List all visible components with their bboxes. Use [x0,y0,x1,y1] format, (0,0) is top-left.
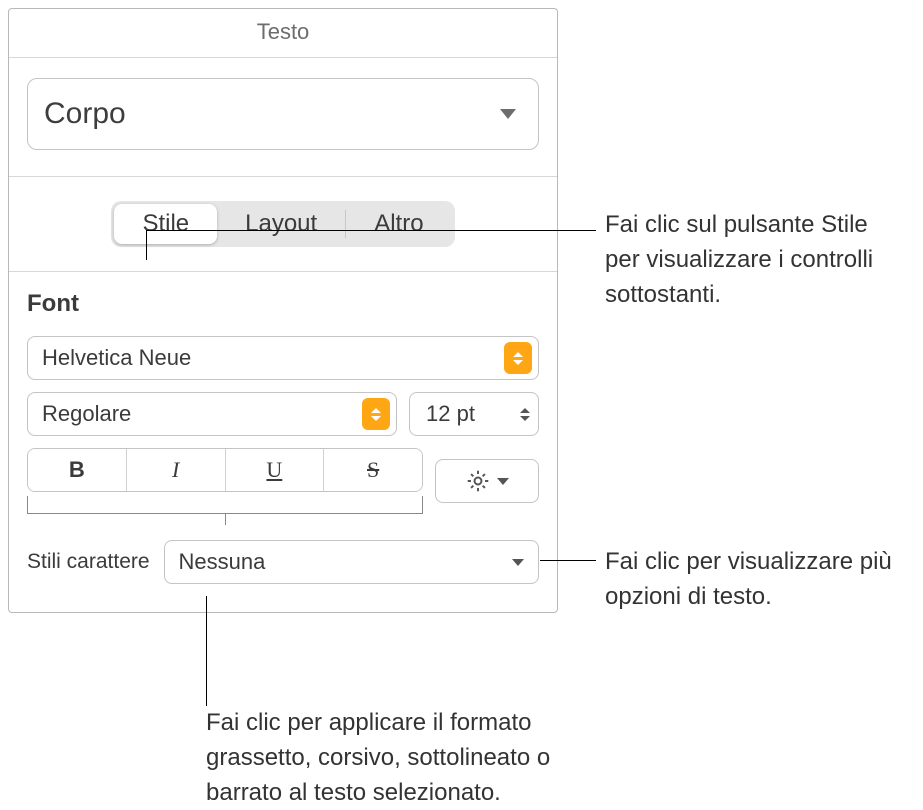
bold-button[interactable]: B [28,449,127,491]
text-inspector-panel: Testo Corpo Stile Layout Altro Font Helv… [8,8,558,613]
chevron-down-icon [497,478,509,485]
strikethrough-button[interactable]: S [324,449,422,491]
leader-line [540,560,596,561]
font-section-label: Font [27,290,539,318]
callout-bius: Fai clic per applicare il formato grasse… [206,706,576,810]
tab-altro[interactable]: Altro [346,204,451,244]
bracket-annotation [27,496,423,514]
divider [9,271,557,272]
font-size-stepper[interactable]: 12 pt [409,392,539,436]
underline-button[interactable]: U [226,449,325,491]
leader-line [146,230,596,231]
font-typeface-popup[interactable]: Regolare [27,392,397,436]
text-format-button-group: B I U S [27,448,423,492]
paragraph-style-popup[interactable]: Corpo [27,78,539,150]
leader-line [206,596,207,706]
chevron-down-icon [512,559,524,566]
chevron-down-icon [500,109,516,119]
italic-button[interactable]: I [127,449,226,491]
character-styles-popup[interactable]: Nessuna [164,540,539,584]
panel-title: Testo [9,9,557,58]
paragraph-style-value: Corpo [44,97,126,131]
character-styles-label: Stili carattere [27,550,150,574]
tab-layout[interactable]: Layout [217,204,345,244]
advanced-options-button[interactable] [435,459,539,503]
tab-stile[interactable]: Stile [114,204,217,244]
font-family-popup[interactable]: Helvetica Neue [27,336,539,380]
gear-icon [465,468,491,494]
font-typeface-value: Regolare [42,401,131,427]
stepper-arrows-icon [512,408,538,421]
character-styles-value: Nessuna [179,549,266,575]
leader-line [146,230,147,260]
popup-stepper-icon [362,398,390,430]
tab-segmented-control: Stile Layout Altro [111,201,454,247]
callout-gear: Fai clic per visualizzare più opzioni di… [605,545,915,615]
font-size-value: 12 pt [426,401,475,427]
callout-stile: Fai clic sul pulsante Stile per visualiz… [605,208,905,312]
popup-stepper-icon [504,342,532,374]
font-family-value: Helvetica Neue [42,345,191,371]
